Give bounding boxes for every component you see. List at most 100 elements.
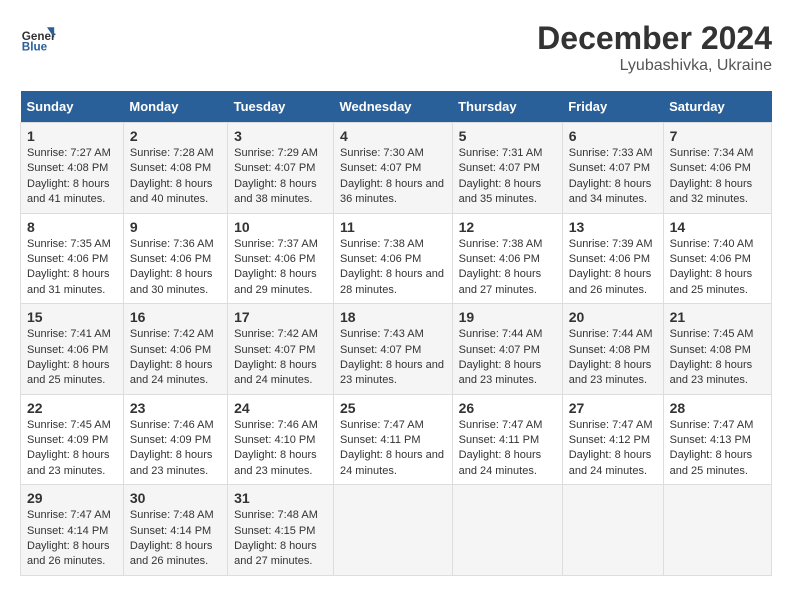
- sunrise-label: Sunrise: 7:44 AM: [569, 328, 653, 340]
- sunset-label: Sunset: 4:06 PM: [27, 344, 108, 356]
- calendar-cell: 25 Sunrise: 7:47 AM Sunset: 4:11 PM Dayl…: [334, 394, 453, 485]
- sunrise-label: Sunrise: 7:40 AM: [670, 238, 754, 250]
- calendar-cell: 1 Sunrise: 7:27 AM Sunset: 4:08 PM Dayli…: [21, 123, 124, 214]
- day-info: Sunrise: 7:37 AM Sunset: 4:06 PM Dayligh…: [234, 237, 327, 299]
- day-number: 20: [569, 309, 657, 325]
- header-row: SundayMondayTuesdayWednesdayThursdayFrid…: [21, 91, 772, 123]
- day-info: Sunrise: 7:29 AM Sunset: 4:07 PM Dayligh…: [234, 146, 327, 208]
- day-number: 13: [569, 219, 657, 235]
- sunrise-label: Sunrise: 7:47 AM: [670, 419, 754, 431]
- logo-icon: General Blue: [20, 20, 56, 56]
- sunset-label: Sunset: 4:06 PM: [130, 344, 211, 356]
- sunset-label: Sunset: 4:07 PM: [234, 344, 315, 356]
- week-row-1: 1 Sunrise: 7:27 AM Sunset: 4:08 PM Dayli…: [21, 123, 772, 214]
- sunrise-label: Sunrise: 7:39 AM: [569, 238, 653, 250]
- daylight-label: Daylight: 8 hours and 23 minutes.: [459, 359, 542, 386]
- daylight-label: Daylight: 8 hours and 38 minutes.: [234, 178, 317, 205]
- calendar-cell: 30 Sunrise: 7:48 AM Sunset: 4:14 PM Dayl…: [123, 485, 227, 576]
- sunrise-label: Sunrise: 7:42 AM: [234, 328, 318, 340]
- calendar-cell: [562, 485, 663, 576]
- daylight-label: Daylight: 8 hours and 25 minutes.: [670, 449, 753, 476]
- day-info: Sunrise: 7:47 AM Sunset: 4:12 PM Dayligh…: [569, 418, 657, 480]
- day-number: 2: [130, 128, 221, 144]
- sunset-label: Sunset: 4:08 PM: [569, 344, 650, 356]
- daylight-label: Daylight: 8 hours and 26 minutes.: [569, 268, 652, 295]
- sunrise-label: Sunrise: 7:41 AM: [27, 328, 111, 340]
- day-info: Sunrise: 7:44 AM Sunset: 4:07 PM Dayligh…: [459, 327, 556, 389]
- sunset-label: Sunset: 4:07 PM: [569, 162, 650, 174]
- sunrise-label: Sunrise: 7:44 AM: [459, 328, 543, 340]
- day-number: 23: [130, 400, 221, 416]
- day-info: Sunrise: 7:42 AM Sunset: 4:07 PM Dayligh…: [234, 327, 327, 389]
- calendar-cell: 26 Sunrise: 7:47 AM Sunset: 4:11 PM Dayl…: [452, 394, 562, 485]
- daylight-label: Daylight: 8 hours and 29 minutes.: [234, 268, 317, 295]
- sunset-label: Sunset: 4:07 PM: [340, 162, 421, 174]
- sunrise-label: Sunrise: 7:36 AM: [130, 238, 214, 250]
- calendar-cell: 5 Sunrise: 7:31 AM Sunset: 4:07 PM Dayli…: [452, 123, 562, 214]
- day-number: 26: [459, 400, 556, 416]
- day-number: 12: [459, 219, 556, 235]
- calendar-cell: 27 Sunrise: 7:47 AM Sunset: 4:12 PM Dayl…: [562, 394, 663, 485]
- sunrise-label: Sunrise: 7:33 AM: [569, 147, 653, 159]
- sunset-label: Sunset: 4:06 PM: [234, 253, 315, 265]
- day-number: 8: [27, 219, 117, 235]
- sunset-label: Sunset: 4:06 PM: [459, 253, 540, 265]
- calendar-cell: 6 Sunrise: 7:33 AM Sunset: 4:07 PM Dayli…: [562, 123, 663, 214]
- day-info: Sunrise: 7:38 AM Sunset: 4:06 PM Dayligh…: [340, 237, 446, 299]
- header-monday: Monday: [123, 91, 227, 123]
- day-number: 7: [670, 128, 765, 144]
- sunset-label: Sunset: 4:06 PM: [569, 253, 650, 265]
- sunset-label: Sunset: 4:08 PM: [670, 344, 751, 356]
- daylight-label: Daylight: 8 hours and 23 minutes.: [130, 449, 213, 476]
- calendar-cell: 15 Sunrise: 7:41 AM Sunset: 4:06 PM Dayl…: [21, 304, 124, 395]
- daylight-label: Daylight: 8 hours and 26 minutes.: [130, 540, 213, 567]
- daylight-label: Daylight: 8 hours and 41 minutes.: [27, 178, 110, 205]
- sunrise-label: Sunrise: 7:29 AM: [234, 147, 318, 159]
- sunset-label: Sunset: 4:10 PM: [234, 434, 315, 446]
- day-number: 9: [130, 219, 221, 235]
- title-block: December 2024 Lyubashivka, Ukraine: [537, 20, 772, 75]
- day-info: Sunrise: 7:33 AM Sunset: 4:07 PM Dayligh…: [569, 146, 657, 208]
- sunset-label: Sunset: 4:11 PM: [340, 434, 421, 446]
- day-number: 3: [234, 128, 327, 144]
- calendar-cell: 7 Sunrise: 7:34 AM Sunset: 4:06 PM Dayli…: [663, 123, 771, 214]
- daylight-label: Daylight: 8 hours and 24 minutes.: [130, 359, 213, 386]
- header-saturday: Saturday: [663, 91, 771, 123]
- page-subtitle: Lyubashivka, Ukraine: [537, 57, 772, 75]
- day-number: 14: [670, 219, 765, 235]
- daylight-label: Daylight: 8 hours and 28 minutes.: [340, 268, 444, 295]
- sunrise-label: Sunrise: 7:43 AM: [340, 328, 424, 340]
- daylight-label: Daylight: 8 hours and 35 minutes.: [459, 178, 542, 205]
- day-info: Sunrise: 7:45 AM Sunset: 4:08 PM Dayligh…: [670, 327, 765, 389]
- sunrise-label: Sunrise: 7:45 AM: [670, 328, 754, 340]
- day-info: Sunrise: 7:47 AM Sunset: 4:11 PM Dayligh…: [459, 418, 556, 480]
- sunrise-label: Sunrise: 7:38 AM: [340, 238, 424, 250]
- sunset-label: Sunset: 4:09 PM: [130, 434, 211, 446]
- day-number: 27: [569, 400, 657, 416]
- calendar-cell: 31 Sunrise: 7:48 AM Sunset: 4:15 PM Dayl…: [228, 485, 334, 576]
- sunset-label: Sunset: 4:06 PM: [130, 253, 211, 265]
- calendar-cell: 14 Sunrise: 7:40 AM Sunset: 4:06 PM Dayl…: [663, 213, 771, 304]
- daylight-label: Daylight: 8 hours and 27 minutes.: [459, 268, 542, 295]
- day-number: 21: [670, 309, 765, 325]
- page-header: General Blue December 2024 Lyubashivka, …: [20, 20, 772, 75]
- header-sunday: Sunday: [21, 91, 124, 123]
- daylight-label: Daylight: 8 hours and 26 minutes.: [27, 540, 110, 567]
- daylight-label: Daylight: 8 hours and 23 minutes.: [27, 449, 110, 476]
- sunrise-label: Sunrise: 7:27 AM: [27, 147, 111, 159]
- calendar-cell: [452, 485, 562, 576]
- day-info: Sunrise: 7:46 AM Sunset: 4:09 PM Dayligh…: [130, 418, 221, 480]
- sunrise-label: Sunrise: 7:47 AM: [340, 419, 424, 431]
- sunset-label: Sunset: 4:07 PM: [459, 344, 540, 356]
- daylight-label: Daylight: 8 hours and 36 minutes.: [340, 178, 444, 205]
- day-info: Sunrise: 7:30 AM Sunset: 4:07 PM Dayligh…: [340, 146, 446, 208]
- sunset-label: Sunset: 4:07 PM: [234, 162, 315, 174]
- sunrise-label: Sunrise: 7:35 AM: [27, 238, 111, 250]
- sunset-label: Sunset: 4:12 PM: [569, 434, 650, 446]
- sunset-label: Sunset: 4:09 PM: [27, 434, 108, 446]
- day-info: Sunrise: 7:42 AM Sunset: 4:06 PM Dayligh…: [130, 327, 221, 389]
- day-number: 16: [130, 309, 221, 325]
- sunset-label: Sunset: 4:07 PM: [340, 344, 421, 356]
- day-info: Sunrise: 7:45 AM Sunset: 4:09 PM Dayligh…: [27, 418, 117, 480]
- calendar-cell: 4 Sunrise: 7:30 AM Sunset: 4:07 PM Dayli…: [334, 123, 453, 214]
